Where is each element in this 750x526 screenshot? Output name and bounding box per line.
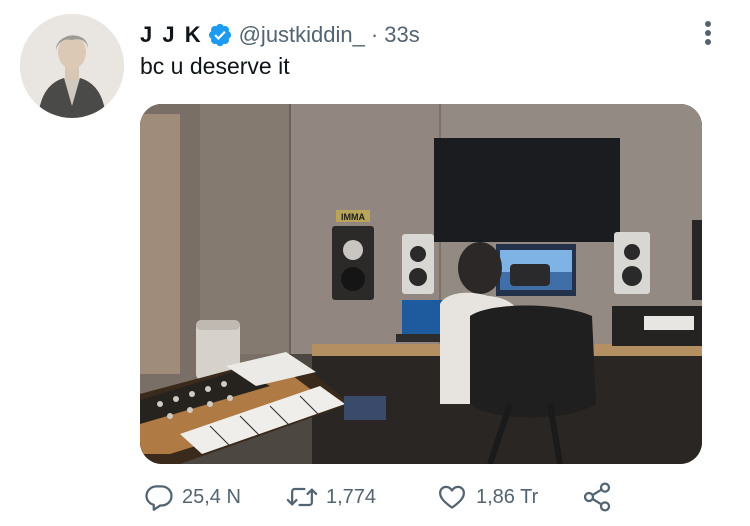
imma-label: IMMA bbox=[341, 212, 365, 222]
retweet-button[interactable]: 1,774 bbox=[286, 478, 376, 516]
share-button[interactable] bbox=[580, 478, 614, 516]
tweet-header: J J K @justkiddin_ · 33s bbox=[140, 20, 420, 50]
like-button[interactable]: 1,86 Tr bbox=[436, 478, 538, 516]
display-name[interactable]: J J K bbox=[140, 22, 203, 48]
retweet-count: 1,774 bbox=[326, 485, 377, 508]
tweet-actions: 25,4 N 1,774 1,86 Tr bbox=[140, 478, 660, 516]
avatar-image bbox=[20, 14, 124, 118]
tweet-text: bc u deserve it bbox=[140, 53, 290, 79]
retweet-icon bbox=[286, 482, 318, 512]
timestamp[interactable]: 33s bbox=[384, 22, 419, 48]
reply-count: 25,4 N bbox=[182, 485, 241, 508]
more-icon[interactable] bbox=[700, 18, 716, 48]
reply-button[interactable]: 25,4 N bbox=[144, 478, 241, 516]
like-count: 1,86 Tr bbox=[476, 485, 539, 508]
avatar[interactable] bbox=[20, 14, 124, 118]
user-handle[interactable]: @justkiddin_ bbox=[239, 22, 365, 48]
tweet-photo[interactable]: IMMA bbox=[140, 104, 702, 464]
verified-badge-icon bbox=[207, 22, 233, 48]
like-icon bbox=[436, 482, 468, 512]
studio-photo: IMMA bbox=[140, 104, 702, 464]
share-icon bbox=[580, 481, 614, 513]
separator-dot: · bbox=[370, 22, 379, 47]
reply-icon bbox=[144, 482, 174, 512]
